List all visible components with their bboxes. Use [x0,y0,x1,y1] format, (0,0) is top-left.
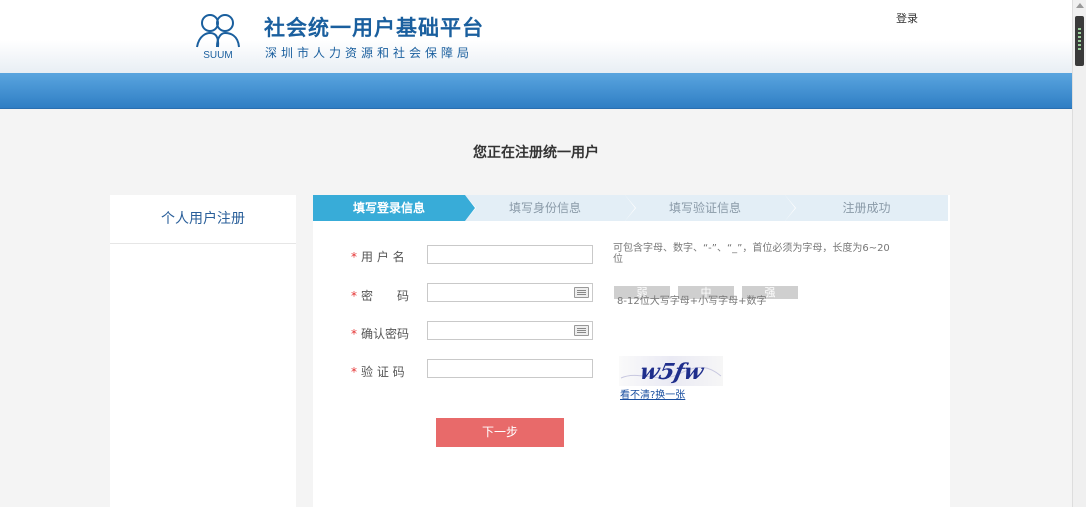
required-mark: * [351,289,357,303]
scroll-thumb[interactable] [1075,16,1084,66]
required-mark: * [351,250,357,264]
sidebar-item-personal-register[interactable]: 个人用户注册 [110,195,296,244]
confirm-password-label: * 确认密码 [351,325,409,342]
captcha-refresh-link[interactable]: 看不清?换一张 [620,386,685,401]
nav-bar [0,73,1072,109]
step-verify-info: 填写验证信息 [625,195,785,221]
step-progress: 填写登录信息 填写身份信息 填写验证信息 注册成功 [313,195,948,221]
confirm-password-label-text: 确认密码 [361,327,410,341]
captcha-image[interactable]: w5fw [619,356,723,386]
register-form-panel: 填写登录信息 填写身份信息 填写验证信息 注册成功 [313,195,950,507]
step-arrow [625,195,635,221]
logo-mark-text: SUUM [203,50,232,61]
scrollbar[interactable] [1072,0,1086,507]
username-input[interactable] [427,245,593,264]
username-label-text: 用 户 名 [361,250,405,264]
login-link[interactable]: 登录 [896,10,918,26]
required-mark: * [351,327,357,341]
keyboard-icon[interactable] [574,287,589,298]
password-hint: 8-12位大写字母+小写字母+数字 [617,296,767,307]
password-label: * 密 码 [351,287,409,304]
username-hint-line: 位 [613,254,623,265]
keyboard-icon[interactable] [574,325,589,336]
logo-people-icon: SUUM [196,14,240,61]
step-arrow [465,195,475,221]
header: SUUM 社会统一用户基础平台 深圳市人力资源和社会保障局 登录 [0,0,1072,73]
next-step-button[interactable]: 下一步 [436,418,564,447]
password-label-text: 密 码 [361,289,410,303]
captcha-label-text: 验 证 码 [361,365,405,379]
site-title: 社会统一用户基础平台 [264,16,484,40]
captcha-label: * 验 证 码 [351,363,405,380]
scroll-up-arrow-icon[interactable] [1076,3,1084,8]
username-hint-line: 可包含字母、数字、“-”、“_”，首位必须为字母，长度为6~20 [613,243,890,254]
confirm-password-input[interactable] [427,321,593,340]
sidebar: 个人用户注册 [110,195,296,507]
password-input[interactable] [427,283,593,302]
captcha-input[interactable] [427,359,593,378]
page-title: 您正在注册统一用户 [473,145,599,161]
username-hint: 可包含字母、数字、“-”、“_”，首位必须为字母，长度为6~20 位 [613,243,933,265]
username-label: * 用 户 名 [351,248,405,265]
required-mark: * [351,365,357,379]
step-success: 注册成功 [785,195,948,221]
step-login-info: 填写登录信息 [313,195,465,221]
step-arrow [785,195,795,221]
site-subtitle: 深圳市人力资源和社会保障局 [265,46,474,60]
captcha-text: w5fw [638,359,707,385]
step-identity-info: 填写身份信息 [465,195,625,221]
